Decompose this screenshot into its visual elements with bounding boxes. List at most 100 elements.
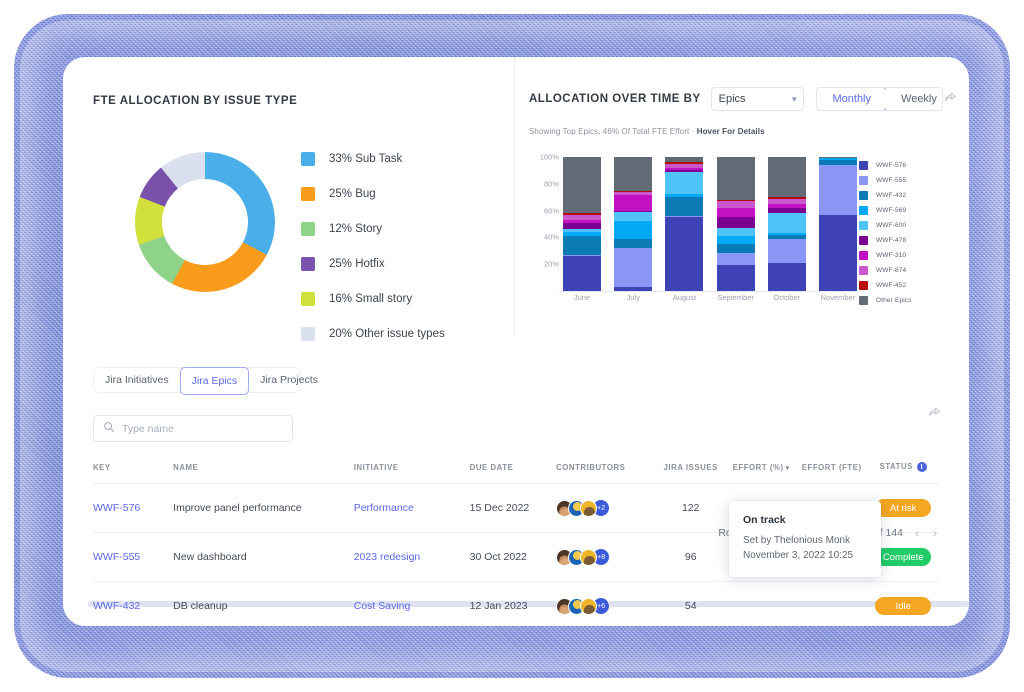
period-toggle-group[interactable]: MonthlyWeekly [816,87,943,111]
bar-segment[interactable] [768,239,806,263]
initiative-link[interactable]: 2023 redesign [354,551,421,563]
status-badge[interactable]: Complete [875,548,931,566]
donut-legend-item[interactable]: 25% Hotfix [301,252,445,276]
cell-contributors[interactable]: +6 [556,582,655,627]
stacked-bar[interactable] [717,157,755,291]
bar-legend-item[interactable]: WWF-600 [859,221,953,230]
bar-legend-item[interactable]: WWF-569 [859,206,953,215]
column-header-initiative[interactable]: Initiative [354,462,470,484]
horizontal-scrollbar-track[interactable] [63,329,969,335]
column-header-effort-fte[interactable]: Effort (FTE) [796,462,868,484]
column-header-status[interactable]: Statusi [867,462,939,484]
bar-segment[interactable] [563,236,601,255]
cell-key[interactable]: WWF-576 [93,484,173,533]
tab-jira-initiatives[interactable]: Jira Initiatives [94,368,180,392]
donut-legend-item[interactable]: 12% Story [301,217,445,241]
chevron-left-icon[interactable]: ‹ [913,526,921,540]
avatar-group[interactable]: +8 [556,548,655,566]
donut-legend-item[interactable]: 33% Sub Task [301,147,445,171]
column-header-effort-pct[interactable]: Effort (%)▾ [726,462,796,484]
entity-tabs[interactable]: Jira InitiativesJira EpicsJira Projects [93,367,301,393]
stacked-bar[interactable] [563,157,601,291]
bar-segment[interactable] [717,244,755,253]
cell-initiative[interactable]: Performance [354,484,470,533]
avatar-group[interactable]: +6 [556,597,655,615]
share-icon[interactable] [943,90,957,109]
bar-segment[interactable] [717,265,755,290]
bar-segment[interactable] [717,236,755,244]
bar-segment[interactable] [768,213,806,233]
bar-segment[interactable] [563,223,601,230]
cell-key[interactable]: WWF-555 [93,533,173,582]
chevron-right-icon[interactable]: › [931,526,939,540]
tab-jira-epics[interactable]: Jira Epics [180,367,250,395]
bar-segment[interactable] [768,263,806,291]
cell-contributors[interactable]: +8 [556,533,655,582]
bar-legend-item[interactable]: WWF-432 [859,191,953,200]
table-row[interactable]: WWF-432DB cleanupCost Saving12 Jan 2023+… [93,582,939,627]
bar-segment[interactable] [614,157,652,191]
info-icon[interactable]: i [917,462,927,472]
bar-legend-item[interactable]: WWF-576 [859,161,953,170]
status-badge[interactable]: Idle [875,597,931,615]
bar-segment[interactable] [665,217,703,291]
bar-segment[interactable] [717,201,755,208]
column-header-jira-issues[interactable]: Jira issues [655,462,726,484]
bar-segment[interactable] [717,253,755,265]
bar-segment[interactable] [819,215,857,291]
bar-segment[interactable] [563,256,601,291]
bar-legend-item[interactable]: WWF-555 [859,176,953,185]
epic-key-link[interactable]: WWF-576 [93,502,140,514]
bar-legend-item[interactable]: WWF-478 [859,236,953,245]
bar-legend-item[interactable]: Other Epics [859,296,953,305]
column-header-key[interactable]: Key [93,462,173,484]
bar-segment[interactable] [717,208,755,217]
stacked-bar[interactable] [614,157,652,291]
share-icon[interactable] [927,405,941,424]
stacked-bar[interactable] [819,157,857,291]
bar-legend-item[interactable]: WWF-310 [859,251,953,260]
bar-segment[interactable] [665,197,703,216]
initiative-link[interactable]: Cost Saving [354,600,411,612]
bar-legend-item[interactable]: WWF-874 [859,266,953,275]
epic-key-link[interactable]: WWF-555 [93,551,140,563]
avatar[interactable] [580,500,597,517]
bar-segment[interactable] [614,239,652,248]
bar-segment[interactable] [717,228,755,236]
column-header-due-date[interactable]: Due date [470,462,556,484]
column-header-name[interactable]: Name [173,462,354,484]
initiative-link[interactable]: Performance [354,502,414,514]
status-badge[interactable]: At risk [875,499,931,517]
avatar-group[interactable]: +2 [556,499,655,517]
group-by-select[interactable]: Epics ▾ [711,87,805,111]
bar-segment[interactable] [768,157,806,197]
bar-segment[interactable] [614,195,652,211]
cell-initiative[interactable]: Cost Saving [354,582,470,627]
bar-segment[interactable] [665,172,703,195]
cell-contributors[interactable]: +2 [556,484,655,533]
period-toggle-monthly[interactable]: Monthly [816,87,887,111]
stacked-bar[interactable] [768,157,806,291]
bar-segment[interactable] [614,287,652,291]
bar-legend-item[interactable]: WWF-452 [859,281,953,290]
bar-segment[interactable] [563,157,601,213]
stacked-bar[interactable] [665,157,703,291]
tab-jira-projects[interactable]: Jira Projects [249,368,329,392]
cell-status[interactable]: Idle [867,582,939,627]
cell-initiative[interactable]: 2023 redesign [354,533,470,582]
column-header-contributors[interactable]: Contributors [556,462,655,484]
epic-key-link[interactable]: WWF-432 [93,600,140,612]
bar-segment[interactable] [717,217,755,228]
cell-key[interactable]: WWF-432 [93,582,173,627]
period-toggle-weekly[interactable]: Weekly [886,88,943,110]
donut-legend-item[interactable]: 25% Bug [301,182,445,206]
bar-segment[interactable] [819,165,857,215]
avatar[interactable] [580,549,597,566]
bar-segment[interactable] [614,221,652,238]
donut-legend-item[interactable]: 16% Small story [301,287,445,311]
search-input[interactable]: Type name [93,415,293,442]
bar-segment[interactable] [614,248,652,287]
avatar[interactable] [580,598,597,615]
bar-segment[interactable] [614,212,652,221]
bar-segment[interactable] [717,157,755,200]
